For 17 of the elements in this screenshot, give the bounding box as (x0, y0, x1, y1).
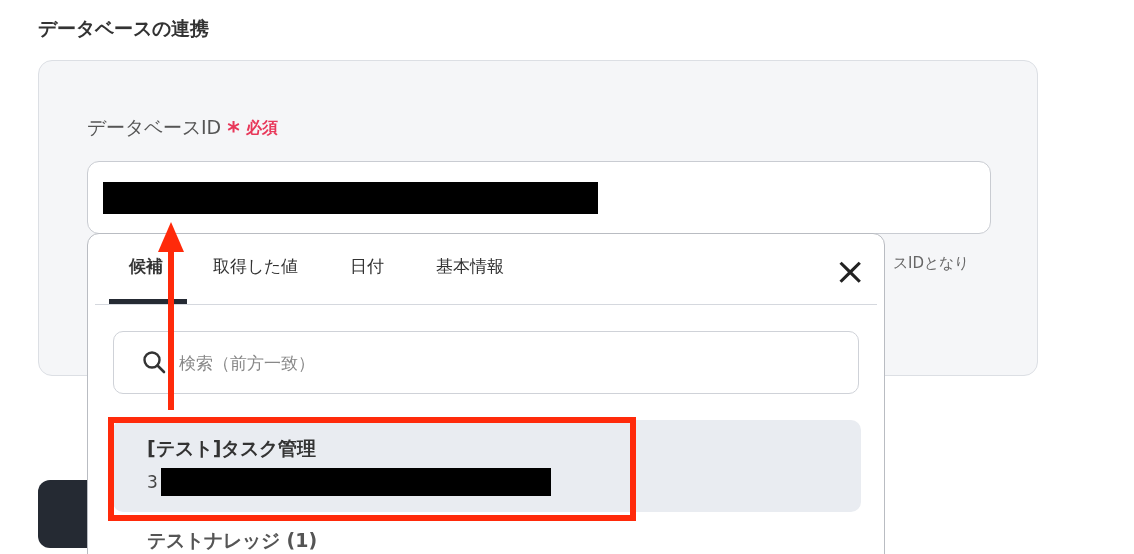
list-item[interactable]: [テスト]タスク管理 3 (113, 420, 861, 512)
tab[interactable]: 基本情報 (410, 234, 530, 304)
input-field[interactable] (87, 161, 991, 234)
field-label: データベースID (87, 115, 222, 140)
required-label: 必須 (245, 117, 278, 139)
required-mark: * (227, 116, 240, 143)
item-subtitle: 3 (147, 472, 158, 492)
list-item[interactable]: テストナレッジ (1) (113, 512, 861, 554)
section-title: データベースの連携 (38, 16, 209, 41)
item-title: テストナレッジ (1) (147, 528, 319, 553)
search-icon (142, 350, 166, 374)
close-button[interactable]: × (834, 252, 866, 290)
tab[interactable]: 日付 (324, 234, 410, 304)
search-field[interactable]: 検索（前方一致） (113, 331, 859, 394)
helper-text: スIDとなり (893, 254, 970, 273)
item-title: [テスト]タスク管理 (147, 436, 318, 461)
tab[interactable]: 取得した値 (187, 234, 324, 304)
